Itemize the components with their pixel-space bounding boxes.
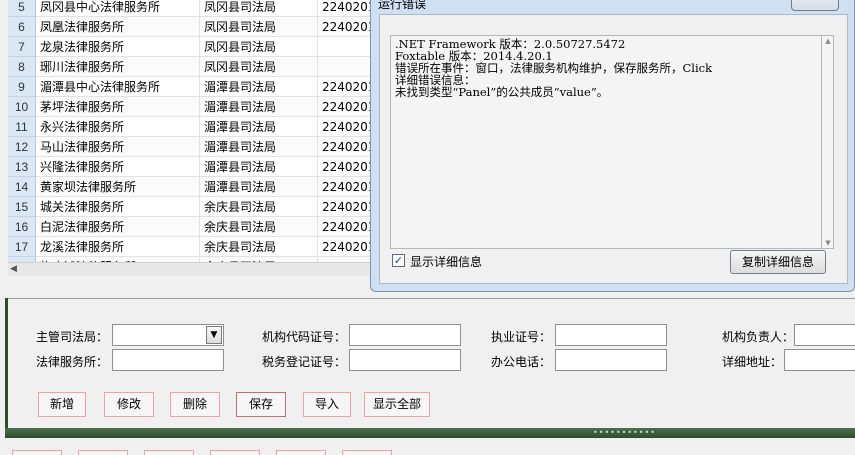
- panel-left-edge: [5, 298, 8, 428]
- tab-stub[interactable]: [144, 450, 194, 455]
- row-number: 7: [8, 37, 36, 57]
- row-number: 16: [8, 217, 36, 237]
- row-number: 10: [8, 97, 36, 117]
- row-number: 6: [8, 17, 36, 37]
- cell-bureau[interactable]: 湄潭县司法局: [200, 117, 318, 137]
- delete-button[interactable]: 删除: [170, 392, 220, 417]
- license-input[interactable]: [555, 324, 667, 346]
- cell-bureau[interactable]: 凤冈县司法局: [200, 57, 318, 77]
- scroll-down-arrow-icon[interactable]: ▼: [824, 239, 832, 247]
- label-leader: 机构负责人：: [722, 330, 795, 344]
- tax-input[interactable]: [349, 349, 461, 371]
- label-tax: 税务登记证号：: [262, 355, 347, 369]
- cell-office-name[interactable]: 永兴法律服务所: [36, 117, 200, 137]
- app-window: 5 凤冈县中心法律服务所 凤冈县司法局 22402013(6 凤凰法律服务所 凤冈县司法局…: [0, 0, 855, 455]
- row-number: 11: [8, 117, 36, 137]
- tab-stub[interactable]: [210, 450, 260, 455]
- leader-input[interactable]: [794, 324, 855, 346]
- splitter-grip-icon[interactable]: •••••••••••: [593, 429, 656, 437]
- cell-bureau[interactable]: 余庆县司法局: [200, 237, 318, 257]
- save-button[interactable]: 保存: [236, 392, 286, 417]
- left-margin: [0, 0, 8, 298]
- cell-office-name[interactable]: 龙泉法律服务所: [36, 37, 200, 57]
- label-org-code: 机构代码证号：: [262, 330, 347, 344]
- scroll-up-arrow-icon[interactable]: ▲: [824, 37, 832, 45]
- office-input[interactable]: [112, 349, 224, 371]
- cell-office-name[interactable]: 龙溪法律服务所: [36, 237, 200, 257]
- show-details-checkbox[interactable]: ✓: [392, 254, 405, 267]
- horizontal-scrollbar[interactable]: ◀: [8, 262, 370, 276]
- label-office: 法律服务所：: [36, 355, 109, 369]
- show-all-button[interactable]: 显示全部: [364, 392, 430, 417]
- row-number: 12: [8, 137, 36, 157]
- cell-bureau[interactable]: 余庆县司法局: [200, 197, 318, 217]
- address-input[interactable]: [784, 349, 855, 371]
- tab-stub[interactable]: [276, 450, 326, 455]
- cell-bureau[interactable]: 余庆县司法局: [200, 217, 318, 237]
- dialog-body: .NET Framework 版本：2.0.50727.5472 Foxtabl…: [379, 14, 848, 284]
- phone-input[interactable]: [555, 349, 667, 371]
- label-license: 执业证号：: [491, 330, 552, 344]
- add-button[interactable]: 新增: [38, 392, 86, 417]
- cell-bureau[interactable]: 凤冈县司法局: [200, 0, 318, 17]
- error-dialog: 运行错误 .NET Framework 版本：2.0.50727.5472 Fo…: [370, 0, 855, 292]
- cell-office-name[interactable]: 凤凰法律服务所: [36, 17, 200, 37]
- row-number: 14: [8, 177, 36, 197]
- cell-bureau[interactable]: 湄潭县司法局: [200, 177, 318, 197]
- error-line-message: 未找到类型“Panel”的公共成员“value”。: [395, 85, 609, 99]
- form-panel: 主管司法局： ▼ 机构代码证号： 执业证号： 机构负责人： 法律服务所： 税务登…: [8, 298, 855, 428]
- cell-office-name[interactable]: 城关法律服务所: [36, 197, 200, 217]
- edit-button[interactable]: 修改: [104, 392, 154, 417]
- error-details-scrollbar[interactable]: ▲ ▼: [822, 35, 834, 249]
- row-number: 8: [8, 57, 36, 77]
- show-details-label: 显示详细信息: [410, 255, 483, 269]
- dialog-close-button[interactable]: [791, 0, 839, 11]
- label-address: 详细地址：: [722, 355, 783, 369]
- cell-office-name[interactable]: 湄潭县中心法律服务所: [36, 77, 200, 97]
- cell-bureau[interactable]: 湄潭县司法局: [200, 97, 318, 117]
- org-code-input[interactable]: [349, 324, 461, 346]
- copy-details-button[interactable]: 复制详细信息: [730, 250, 826, 274]
- dialog-title: 运行错误: [378, 0, 427, 11]
- row-number: 15: [8, 197, 36, 217]
- cell-office-name[interactable]: 白泥法律服务所: [36, 217, 200, 237]
- scroll-left-arrow-icon[interactable]: ◀: [10, 264, 20, 275]
- panel-splitter[interactable]: •••••••••••: [5, 428, 855, 438]
- tab-stub[interactable]: [12, 450, 62, 455]
- tab-stub[interactable]: [342, 450, 392, 455]
- chevron-down-icon[interactable]: ▼: [206, 326, 222, 344]
- cell-bureau[interactable]: 凤冈县司法局: [200, 17, 318, 37]
- cell-office-name[interactable]: 马山法律服务所: [36, 137, 200, 157]
- cell-bureau[interactable]: 湄潭县司法局: [200, 77, 318, 97]
- row-number: 17: [8, 237, 36, 257]
- error-details-text[interactable]: .NET Framework 版本：2.0.50727.5472 Foxtabl…: [390, 35, 822, 249]
- cell-office-name[interactable]: 茅坪法律服务所: [36, 97, 200, 117]
- cell-office-name[interactable]: 黄家坝法律服务所: [36, 177, 200, 197]
- cell-office-name[interactable]: 兴隆法律服务所: [36, 157, 200, 177]
- import-button[interactable]: 导入: [303, 392, 351, 417]
- bottom-strip: [0, 438, 855, 455]
- label-phone: 办公电话：: [491, 355, 552, 369]
- row-number: 13: [8, 157, 36, 177]
- tab-stub[interactable]: [78, 450, 128, 455]
- cell-office-name[interactable]: 凤冈县中心法律服务所: [36, 0, 200, 17]
- cell-bureau[interactable]: 湄潭县司法局: [200, 137, 318, 157]
- cell-office-name[interactable]: 琊川法律服务所: [36, 57, 200, 77]
- cell-bureau[interactable]: 凤冈县司法局: [200, 37, 318, 57]
- bureau-select[interactable]: ▼: [112, 324, 224, 346]
- cell-bureau[interactable]: 湄潭县司法局: [200, 157, 318, 177]
- row-number: 9: [8, 77, 36, 97]
- row-number: 5: [8, 0, 36, 17]
- label-bureau: 主管司法局：: [36, 330, 109, 344]
